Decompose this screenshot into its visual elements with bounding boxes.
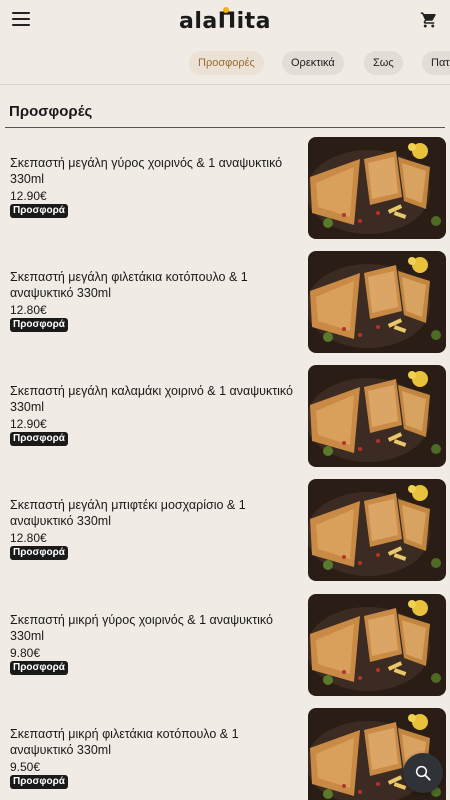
item-name: Σκεπαστή μικρή γύρος χοιρινός & 1 αναψυκ… (10, 613, 273, 643)
offer-badge: Προσφορά (10, 775, 68, 789)
item-price: 12.80€ (10, 303, 47, 317)
tab-sauces[interactable]: Σως (364, 51, 403, 75)
search-icon (415, 765, 431, 781)
search-button[interactable] (403, 753, 443, 793)
item-price: 9.80€ (10, 646, 41, 660)
item-image (308, 594, 446, 696)
offer-badge: Προσφορά (10, 432, 68, 446)
menu-item[interactable]: Σκεπαστή μικρή γύρος χοιρινός & 1 αναψυκ… (0, 594, 450, 698)
item-image (308, 365, 446, 467)
item-name: Σκεπαστή μεγάλη καλαμάκι χοιρινό & 1 ανα… (10, 384, 293, 414)
item-price: 12.80€ (10, 531, 47, 545)
top-bar: alaΠita (0, 0, 450, 42)
item-name: Σκεπαστή μεγάλη γύρος χοιρινός & 1 αναψυ… (10, 156, 283, 186)
tab-offers[interactable]: Προσφορές (189, 51, 264, 75)
logo-dot (222, 6, 229, 13)
section-title: Προσφορές (9, 103, 93, 120)
offer-badge: Προσφορά (10, 318, 68, 332)
item-price: 12.90€ (10, 189, 47, 203)
item-image (308, 479, 446, 581)
category-tabs: Προσφορές Ορεκτικά Σως Πατ (0, 48, 450, 80)
menu-item[interactable]: Σκεπαστή μεγάλη καλαμάκι χοιρινό & 1 ανα… (0, 365, 450, 469)
item-name: Σκεπαστή μεγάλη φιλετάκια κοτόπουλο & 1 … (10, 270, 248, 300)
menu-item[interactable]: Σκεπαστή μεγάλη γύρος χοιρινός & 1 αναψυ… (0, 137, 450, 241)
menu-icon[interactable] (12, 12, 30, 28)
menu-item[interactable]: Σκεπαστή μικρή φιλετάκια κοτόπουλο & 1 α… (0, 708, 450, 800)
item-name: Σκεπαστή μικρή φιλετάκια κοτόπουλο & 1 α… (10, 727, 239, 757)
menu-item[interactable]: Σκεπαστή μεγάλη μπιφτέκι μοσχαρίσιο & 1 … (0, 479, 450, 583)
logo[interactable]: alaΠita (179, 6, 271, 34)
item-image (308, 137, 446, 239)
offer-badge: Προσφορά (10, 204, 68, 218)
tab-potatoes[interactable]: Πατ (422, 51, 450, 75)
offer-badge: Προσφορά (10, 546, 68, 560)
section-divider (5, 127, 445, 128)
item-name: Σκεπαστή μεγάλη μπιφτέκι μοσχαρίσιο & 1 … (10, 498, 246, 528)
header-divider (0, 84, 450, 85)
offer-badge: Προσφορά (10, 661, 68, 675)
menu-item[interactable]: Σκεπαστή μεγάλη φιλετάκια κοτόπουλο & 1 … (0, 251, 450, 355)
tab-appetizers[interactable]: Ορεκτικά (282, 51, 344, 75)
item-image (308, 251, 446, 353)
item-price: 9.50€ (10, 760, 41, 774)
cart-icon[interactable] (420, 11, 438, 29)
item-price: 12.90€ (10, 417, 47, 431)
